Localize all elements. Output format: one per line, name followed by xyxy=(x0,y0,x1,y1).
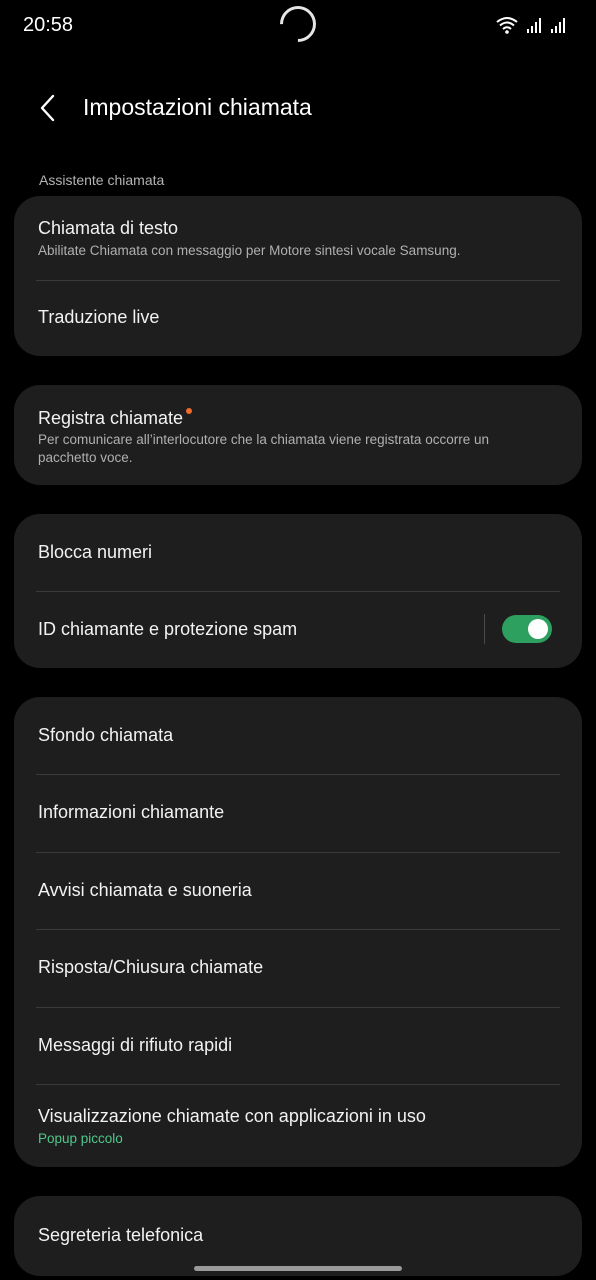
camera-cutout xyxy=(272,0,324,50)
setting-record-calls[interactable]: Registra chiamate Per comunicare all’int… xyxy=(14,385,582,485)
signal-icon xyxy=(527,18,541,33)
status-icons xyxy=(496,16,566,34)
setting-subtitle: Abilitate Chiamata con messaggio per Mot… xyxy=(38,243,461,258)
toggle-separator xyxy=(484,614,485,644)
toggle-knob xyxy=(528,619,548,639)
setting-quick-decline-messages[interactable]: Messaggi di rifiuto rapidi xyxy=(14,1007,582,1084)
status-bar: 20:58 xyxy=(0,0,596,52)
app-header: Impostazioni chiamata xyxy=(0,84,596,132)
setting-text-call[interactable]: Chiamata di testo Abilitate Chiamata con… xyxy=(14,196,582,280)
setting-caller-id-spam[interactable]: ID chiamante e protezione spam xyxy=(14,591,582,668)
setting-call-background[interactable]: Sfondo chiamata xyxy=(14,697,582,774)
signal-icon xyxy=(551,18,565,33)
setting-title: Chiamata di testo xyxy=(38,218,179,238)
setting-caller-info[interactable]: Informazioni chiamante xyxy=(14,774,582,852)
setting-title: Informazioni chiamante xyxy=(38,802,225,822)
setting-title: Avvisi chiamata e suoneria xyxy=(38,880,252,900)
setting-subtitle: Popup piccolo xyxy=(38,1131,123,1146)
page-title: Impostazioni chiamata xyxy=(83,94,312,120)
settings-card-call-display: Sfondo chiamata Informazioni chiamante A… xyxy=(14,697,582,1167)
setting-title-text: Registra chiamate xyxy=(38,408,184,428)
setting-title: Traduzione live xyxy=(38,307,160,327)
setting-calls-in-apps[interactable]: Visualizzazione chiamate con applicazion… xyxy=(14,1084,582,1167)
setting-subtitle: Per comunicare all’interlocutore che la … xyxy=(38,432,489,465)
caller-id-toggle[interactable] xyxy=(502,615,552,643)
settings-card-recording: Registra chiamate Per comunicare all’int… xyxy=(14,385,582,485)
setting-block-numbers[interactable]: Blocca numeri xyxy=(14,514,582,591)
call-settings-screen: 20:58 Impostazioni chiamata Assistente c… xyxy=(0,0,596,1280)
setting-title: Messaggi di rifiuto rapidi xyxy=(38,1035,233,1055)
setting-title: Sfondo chiamata xyxy=(38,725,174,745)
setting-title: ID chiamante e protezione spam xyxy=(38,619,298,639)
setting-answer-end-calls[interactable]: Risposta/Chiusura chiamate xyxy=(14,929,582,1007)
settings-card-assistant: Chiamata di testo Abilitate Chiamata con… xyxy=(14,196,582,356)
setting-live-translation[interactable]: Traduzione live xyxy=(14,280,582,356)
setting-title: Segreteria telefonica xyxy=(38,1225,204,1245)
chevron-left-icon xyxy=(40,94,55,122)
status-time: 20:58 xyxy=(23,14,74,36)
setting-call-alerts[interactable]: Avvisi chiamata e suoneria xyxy=(14,852,582,929)
back-button[interactable] xyxy=(28,88,68,128)
setting-title: Visualizzazione chiamate con applicazion… xyxy=(38,1106,426,1126)
settings-card-blocking: Blocca numeri ID chiamante e protezione … xyxy=(14,514,582,668)
setting-title: Blocca numeri xyxy=(38,542,153,562)
home-indicator[interactable] xyxy=(194,1266,402,1271)
wifi-icon xyxy=(496,17,518,34)
setting-title: Risposta/Chiusura chiamate xyxy=(38,957,264,977)
settings-card-voicemail: Segreteria telefonica xyxy=(14,1196,582,1276)
setting-title: Registra chiamate xyxy=(38,408,193,429)
new-badge-dot xyxy=(186,408,193,414)
setting-voicemail[interactable]: Segreteria telefonica xyxy=(14,1196,582,1276)
section-label-assistant: Assistente chiamata xyxy=(39,172,165,188)
